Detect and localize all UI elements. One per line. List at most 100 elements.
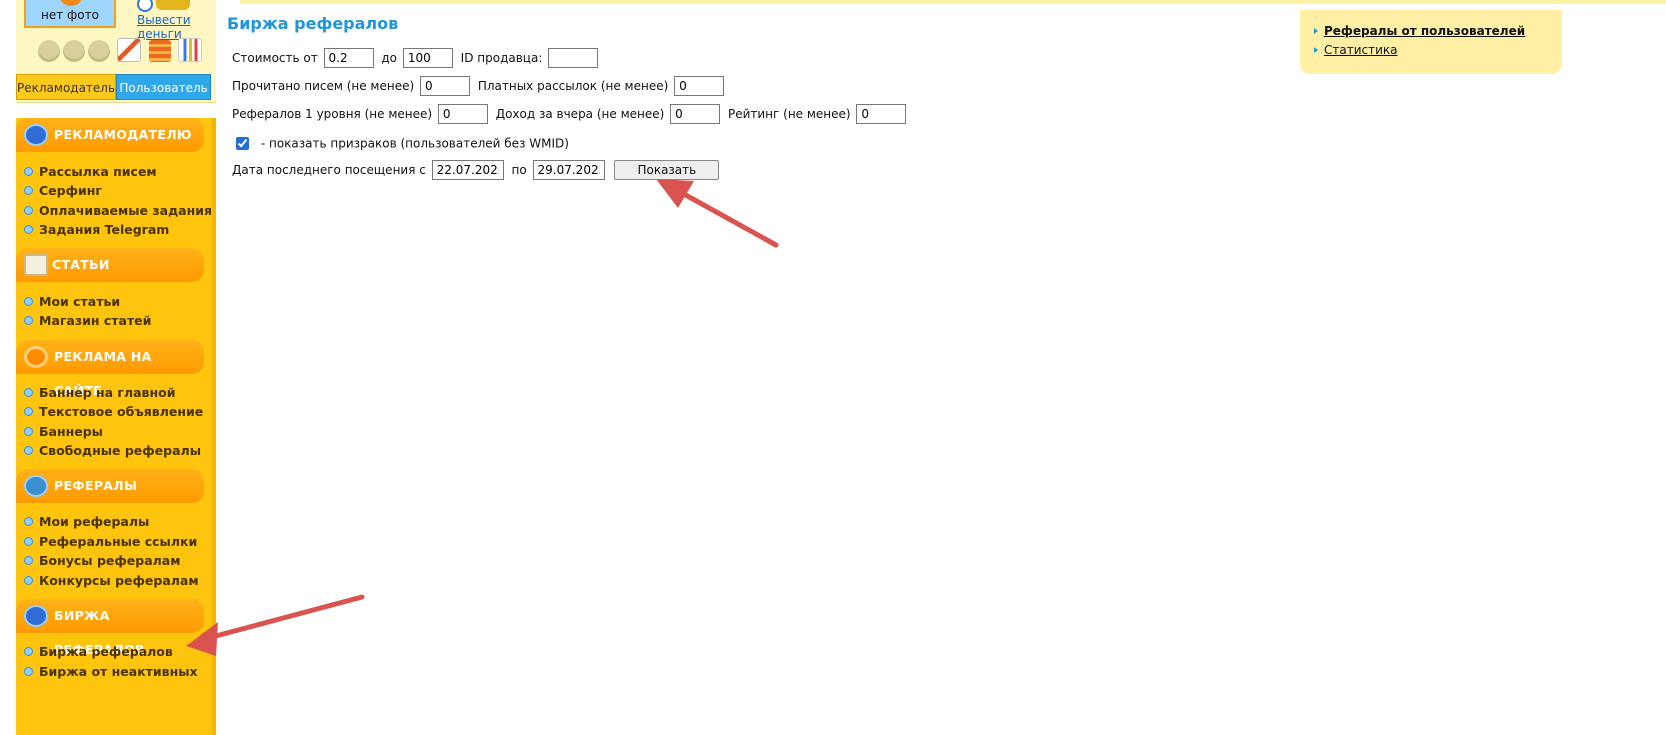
sidebar: нет фото Вывести деньги Рекламодатель По… [0,0,232,735]
letters-input[interactable] [420,76,470,96]
sidebar-item-my-articles[interactable]: Мои статьи [24,294,120,309]
withdraw-link[interactable]: Вывести деньги [137,13,216,41]
medals-row [38,38,206,68]
section-title: РЕФЕРАЛЫ [54,478,138,493]
income-input[interactable] [670,104,721,124]
sidebar-item-label: Баннер на главной [39,385,176,400]
section-header-site-ads: РЕКЛАМА НА САЙТЕ [16,340,204,398]
section-title: РЕКЛАМОДАТЕЛЮ [54,127,192,142]
sidebar-item-main-banner[interactable]: Баннер на главной [24,385,175,400]
sidebar-item-label: Конкурсы рефералам [39,573,199,588]
date-to-input[interactable] [532,160,605,180]
arrow-right-icon [1314,28,1318,34]
bullet-icon [24,576,33,585]
top-strip [240,0,1666,4]
chart-icon[interactable] [178,38,203,62]
sidebar-menu: РЕКЛАМОДАТЕЛЮ Рассылка писем Серфинг Опл… [16,118,216,735]
sidebar-item-label: Мои статьи [39,294,121,309]
ghosts-label: - показать призраков (пользователей без … [260,136,569,151]
rating-label: Рейтинг (не менее) [727,107,851,121]
cost-to-label: до [381,51,398,65]
paid-mailings-label: Платных рассылок (не менее) [477,79,669,93]
people-icon [24,475,48,497]
bullet-icon [24,427,33,436]
arrow-right-icon [1314,47,1318,53]
sidebar-item-banners[interactable]: Баннеры [24,424,103,439]
refresh-icon[interactable] [137,0,153,12]
sidebar-item-free-referrals[interactable]: Свободные рефералы [24,443,201,458]
bullet-icon [24,537,33,546]
right-link-referrals-from-users[interactable]: Рефералы от пользователей [1324,24,1525,38]
income-label: Доход за вчера (не менее) [495,107,665,121]
tab-advertiser[interactable]: Рекламодатель [16,74,117,100]
bullet-icon [24,556,33,565]
bullet-icon [24,667,33,676]
section-title: СТАТЬИ [52,257,110,272]
sidebar-item-surfing[interactable]: Серфинг [24,183,102,198]
level1-input[interactable] [437,104,488,124]
rating-input[interactable] [856,104,907,124]
ghosts-checkbox[interactable] [236,137,249,150]
sidebar-item-inactive-exchange[interactable]: Биржа от неактивных [24,664,198,679]
sidebar-item-referral-links[interactable]: Реферальные ссылки [24,534,197,549]
seller-id-label: ID продавца: [460,51,543,65]
sidebar-item-text-ad[interactable]: Текстовое объявление [24,404,203,419]
medal-icon [63,40,85,62]
bullet-icon [24,297,33,306]
section-header-advertiser: РЕКЛАМОДАТЕЛЮ [16,118,204,152]
bullet-icon [24,407,33,416]
bullet-icon [24,647,33,656]
seller-id-input[interactable] [548,48,599,68]
sidebar-item-label: Бонусы рефералам [39,553,181,568]
sidebar-item-label: Реферальные ссылки [39,534,198,549]
bullet-icon [24,225,33,234]
last-visit-label: Дата последнего посещения с [232,163,426,177]
sidebar-item-telegram-tasks[interactable]: Задания Telegram [24,222,169,237]
sidebar-item-label: Рассылка писем [39,164,157,179]
sidebar-item-label: Биржа от неактивных [39,664,198,679]
sidebar-item-referral-bonuses[interactable]: Бонусы рефералам [24,553,180,568]
date-from-input[interactable] [431,160,504,180]
annotation-arrow-show-button [656,179,779,248]
role-tabs: Рекламодатель Пользователь [16,74,216,100]
exchange-icon [24,605,48,627]
paid-mailings-input[interactable] [674,76,725,96]
letters-label: Прочитано писем (не менее) [232,79,415,93]
megaphone-icon [24,124,48,146]
bricks-icon[interactable] [148,40,171,62]
bullet-icon [24,167,33,176]
sidebar-item-label: Текстовое объявление [39,404,204,419]
show-button[interactable]: Показать [614,160,720,180]
sidebar-item-referral-contests[interactable]: Конкурсы рефералам [24,573,199,588]
section-header-articles: СТАТЬИ [16,248,204,282]
level1-label: Рефералов 1 уровня (не менее) [232,107,433,121]
section-header-referrals: РЕФЕРАЛЫ [16,469,204,503]
sidebar-item-label: Оплачиваемые задания [39,203,213,218]
sidebar-item-my-referrals[interactable]: Мои рефералы [24,514,149,529]
sidebar-item-paid-tasks[interactable]: Оплачиваемые задания [24,203,212,218]
bullet-icon [24,206,33,215]
article-icon [24,254,48,276]
sidebar-item-label: Биржа рефералов [39,644,173,659]
sidebar-item-label: Свободные рефералы [39,443,201,458]
cost-from-input[interactable] [323,48,374,68]
sidebar-item-mailing[interactable]: Рассылка писем [24,164,157,179]
medal-icon [88,40,110,62]
rss-icon [24,346,48,368]
sidebar-item-label: Задания Telegram [39,222,170,237]
tab-user[interactable]: Пользователь [116,74,212,100]
sidebar-item-label: Магазин статей [39,313,152,328]
cost-from-label: Стоимость от [232,51,318,65]
bullet-icon [24,316,33,325]
bullet-icon [24,186,33,195]
cost-to-input[interactable] [402,48,453,68]
filter-row-ghosts: - показать призраков (пользователей без … [232,136,569,151]
filter-row-level1: Рефералов 1 уровня (не менее) Доход за в… [232,104,910,124]
right-link-statistics[interactable]: Статистика [1324,43,1398,57]
sidebar-item-referral-exchange[interactable]: Биржа рефералов [24,644,173,659]
page-title: Биржа рефералов [227,14,399,33]
filter-row-cost: Стоимость от до ID продавца: [232,48,602,68]
bullet-icon [24,517,33,526]
sidebar-item-article-shop[interactable]: Магазин статей [24,313,151,328]
edit-icon[interactable] [116,38,141,62]
